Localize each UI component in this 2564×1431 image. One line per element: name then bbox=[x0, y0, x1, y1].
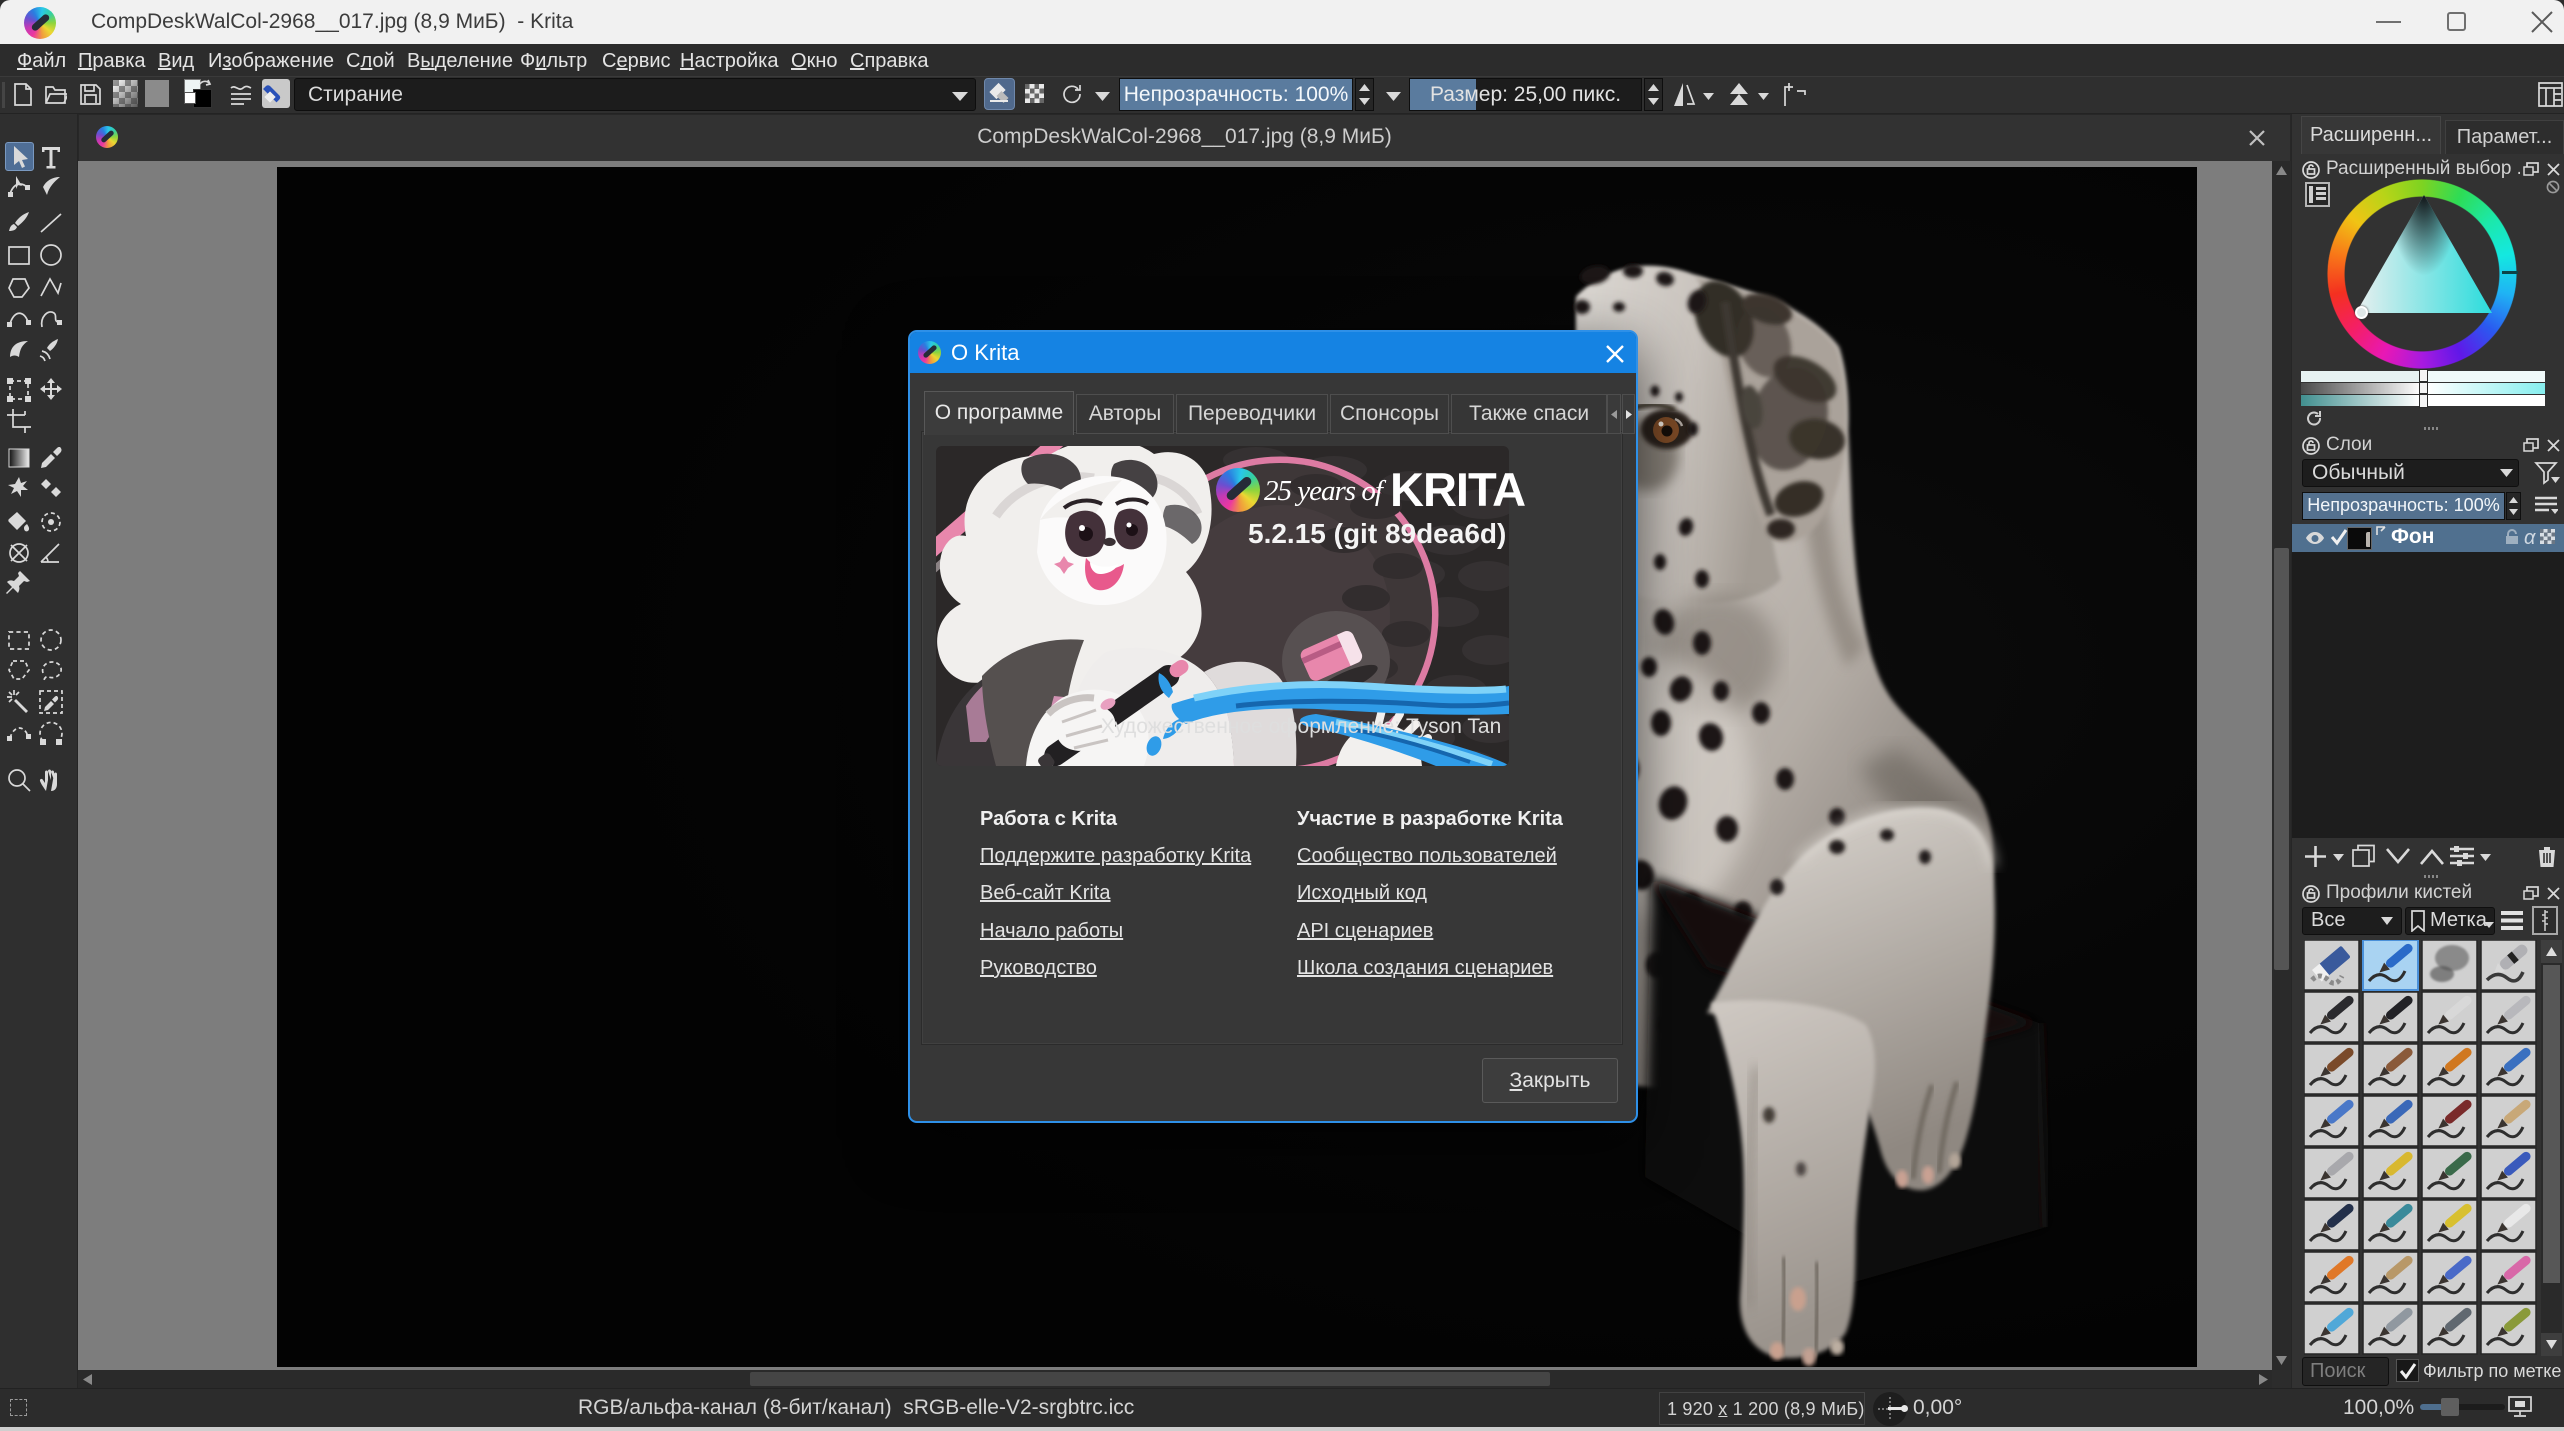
svg-text:Художественное оформление: Tys: Художественное оформление: Tyson Tan bbox=[1101, 715, 1502, 738]
